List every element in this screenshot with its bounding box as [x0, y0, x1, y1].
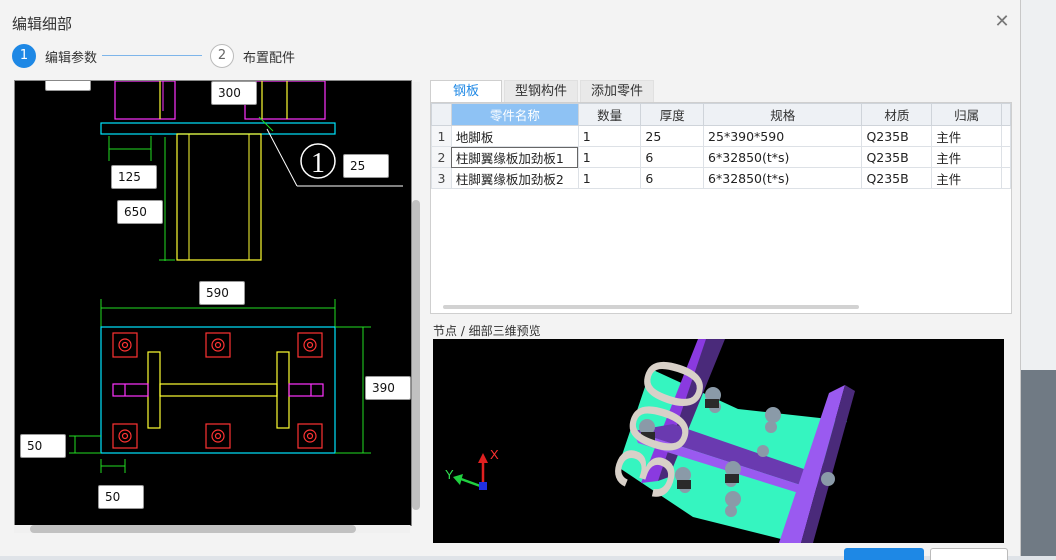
- cell-spec[interactable]: 25*390*590: [703, 125, 863, 147]
- dim-label-125: 125: [111, 165, 157, 189]
- table-header-row: 零件名称 数量 厚度 规格 材质 归属: [431, 103, 1012, 126]
- cad-drawing-canvas[interactable]: 1 300 25 125 650 590 390 50 50: [14, 80, 412, 526]
- preview-3d-scene: 300 X Y: [445, 339, 855, 543]
- cell-owner[interactable]: 主件: [931, 125, 1002, 147]
- parts-table: 零件名称 数量 厚度 规格 材质 归属 1 地脚板 1 25 25*390*59…: [431, 103, 1012, 189]
- cell-part-name[interactable]: 柱脚翼缘板加劲板1: [450, 146, 579, 168]
- cell-material[interactable]: Q235B: [861, 146, 933, 168]
- table-row[interactable]: 1 地脚板 1 25 25*390*590 Q235B 主件: [431, 125, 1012, 147]
- step-place-accessories[interactable]: 2 布置配件: [210, 44, 295, 68]
- row-filler: [1000, 146, 1012, 168]
- preview-label: 节点 / 细部三维预览: [433, 324, 541, 338]
- preview-3d-viewport[interactable]: 300 X Y: [433, 339, 1004, 543]
- cell-part-name[interactable]: 柱脚翼缘板加劲板2: [450, 167, 579, 189]
- axis-x-label: X: [490, 447, 499, 462]
- cell-material[interactable]: Q235B: [861, 125, 933, 147]
- cell-spec[interactable]: 6*32850(t*s): [703, 167, 863, 189]
- grid-horizontal-scrollbar[interactable]: [443, 305, 859, 309]
- step-label: 编辑参数: [45, 50, 98, 66]
- row-number: 2: [431, 146, 452, 168]
- edit-detail-dialog: 编辑细部 ✕ 1 编辑参数 2 布置配件 1 300 25 125 650 59…: [0, 0, 1021, 560]
- parts-grid-panel: 零件名称 数量 厚度 规格 材质 归属 1 地脚板 1 25 25*390*59…: [430, 102, 1012, 314]
- scrollbar-thumb[interactable]: [412, 200, 420, 510]
- dialog-title: 编辑细部: [12, 15, 73, 33]
- tab-steel-member[interactable]: 型钢构件: [504, 80, 579, 102]
- canvas-vertical-scrollbar[interactable]: [412, 82, 420, 510]
- step-number: 2: [210, 44, 234, 68]
- step-label: 布置配件: [243, 50, 296, 66]
- cell-part-name[interactable]: 地脚板: [450, 125, 579, 147]
- cell-thickness[interactable]: 6: [640, 146, 705, 168]
- column-header-thickness[interactable]: 厚度: [640, 103, 705, 126]
- cell-owner[interactable]: 主件: [931, 146, 1002, 168]
- dim-label-25: 25: [343, 154, 389, 178]
- axis-y-label: Y: [445, 467, 454, 482]
- cancel-button[interactable]: [930, 548, 1008, 560]
- dim-label-590: 590: [199, 281, 245, 305]
- background-panel: [1020, 370, 1056, 556]
- row-number: 1: [431, 125, 452, 147]
- dim-label-50-left: 50: [20, 434, 66, 458]
- dim-label-300: 300: [211, 81, 257, 105]
- column-header-spec[interactable]: 规格: [703, 103, 863, 126]
- part-type-tabs: 钢板 型钢构件 添加零件: [430, 80, 656, 102]
- cell-owner[interactable]: 主件: [931, 167, 1002, 189]
- column-header-part-name[interactable]: 零件名称: [450, 103, 579, 126]
- cell-quantity[interactable]: 1: [577, 167, 642, 189]
- dim-label-650: 650: [117, 200, 163, 224]
- tab-add-part[interactable]: 添加零件: [580, 80, 655, 102]
- step-edit-params[interactable]: 1 编辑参数: [12, 44, 97, 68]
- step-number: 1: [12, 44, 36, 68]
- column-header-owner[interactable]: 归属: [931, 103, 1002, 126]
- table-row[interactable]: 3 柱脚翼缘板加劲板2 1 6 6*32850(t*s) Q235B 主件: [431, 167, 1012, 189]
- dim-label-390: 390: [365, 376, 411, 400]
- cell-thickness[interactable]: 25: [640, 125, 705, 147]
- canvas-horizontal-scrollbar[interactable]: [14, 525, 410, 533]
- column-header-quantity[interactable]: 数量: [577, 103, 642, 126]
- column-header-material[interactable]: 材质: [861, 103, 933, 126]
- cell-spec[interactable]: 6*32850(t*s): [703, 146, 863, 168]
- row-number: 3: [431, 167, 452, 189]
- step-connector: [102, 55, 202, 56]
- header-filler: [1000, 103, 1012, 126]
- table-row[interactable]: 2 柱脚翼缘板加劲板1 1 6 6*32850(t*s) Q235B 主件: [431, 146, 1012, 168]
- cell-quantity[interactable]: 1: [577, 146, 642, 168]
- cell-thickness[interactable]: 6: [640, 167, 705, 189]
- cell-quantity[interactable]: 1: [577, 125, 642, 147]
- tab-steel-plate[interactable]: 钢板: [430, 80, 503, 102]
- dim-label-50-bottom: 50: [98, 485, 144, 509]
- row-filler: [1000, 125, 1012, 147]
- row-number-header: [431, 103, 452, 126]
- background-window: [1020, 0, 1056, 556]
- row-filler: [1000, 167, 1012, 189]
- cell-material[interactable]: Q235B: [861, 167, 933, 189]
- dim-label-partial: [45, 81, 91, 91]
- close-icon[interactable]: ✕: [992, 12, 1012, 32]
- callout-number: 1: [311, 148, 325, 179]
- confirm-button[interactable]: [844, 548, 924, 560]
- scrollbar-thumb[interactable]: [30, 525, 356, 533]
